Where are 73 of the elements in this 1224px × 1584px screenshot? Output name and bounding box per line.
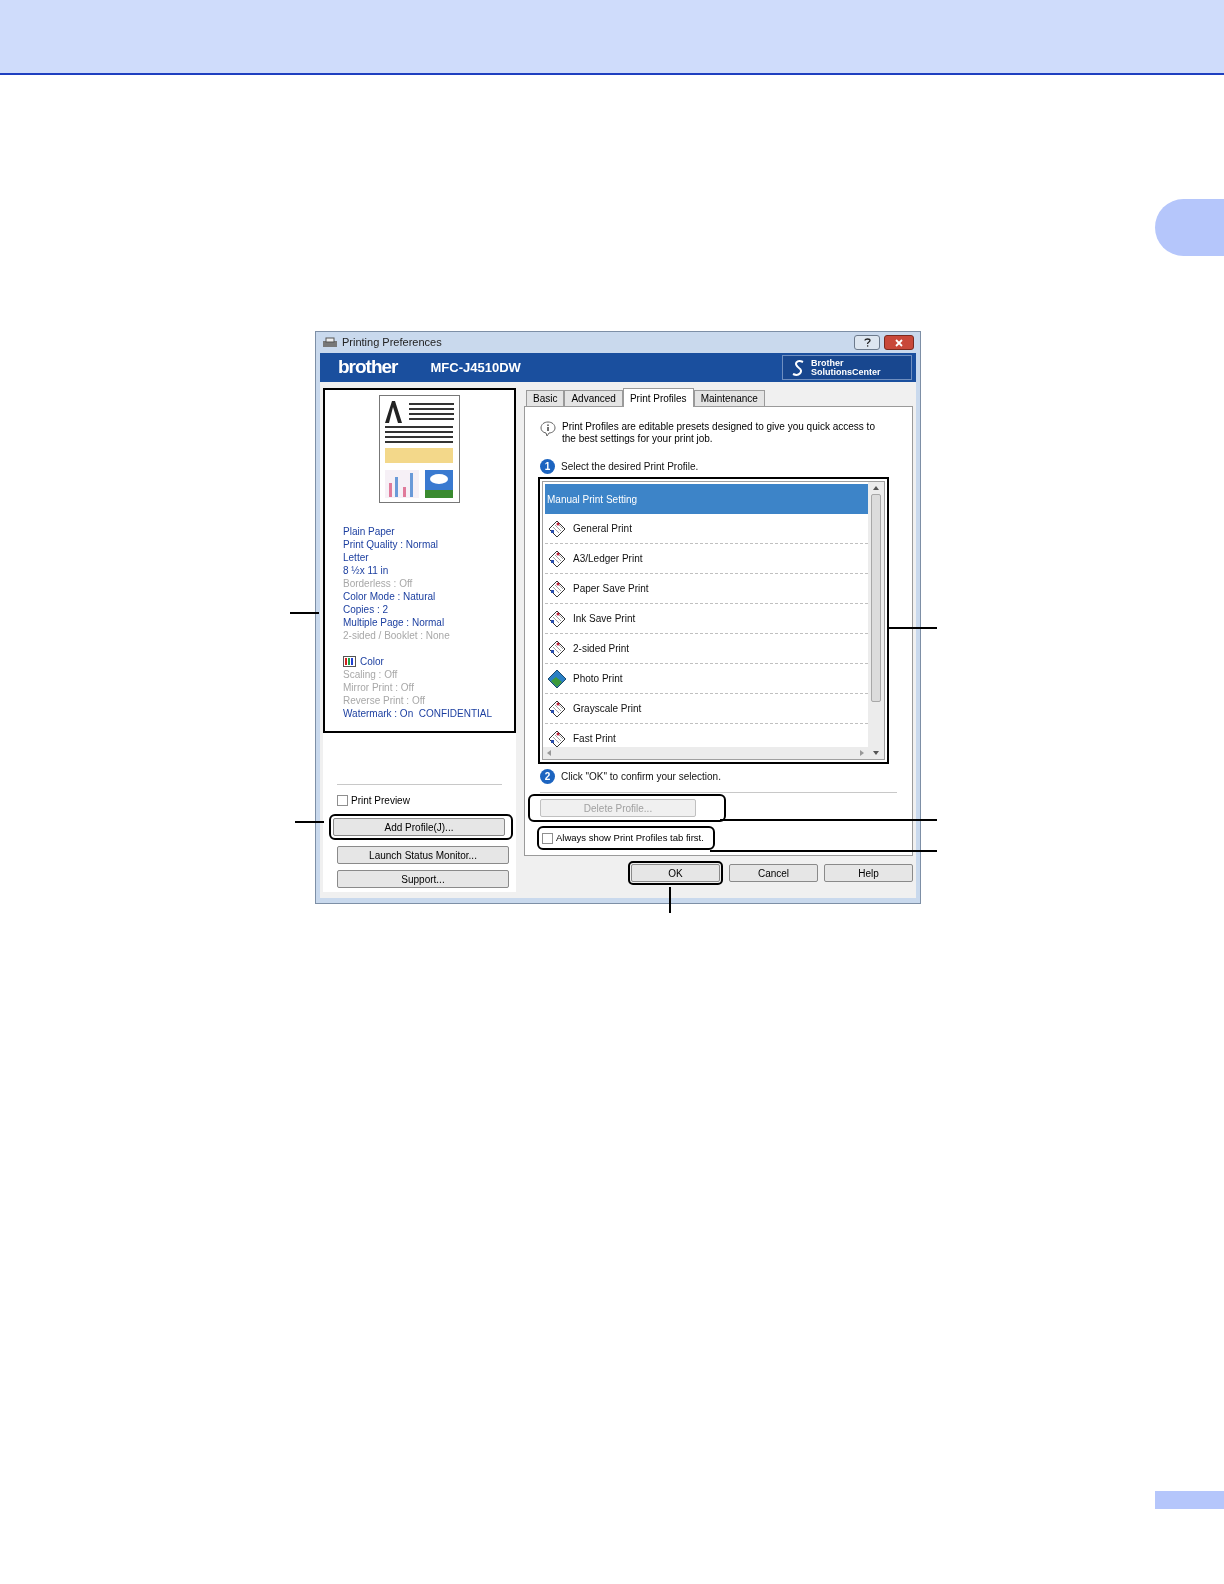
profile-item[interactable]: 2-sided Print bbox=[545, 634, 868, 664]
leader-line bbox=[669, 887, 671, 913]
close-button[interactable] bbox=[884, 335, 914, 350]
checkbox[interactable] bbox=[542, 832, 553, 844]
info-icon bbox=[540, 421, 556, 437]
color-bars-icon bbox=[343, 656, 356, 667]
solutions-text: SolutionsCenter bbox=[811, 367, 881, 377]
photo-icon bbox=[547, 668, 567, 689]
profile-item[interactable]: Manual Print Setting bbox=[545, 484, 868, 514]
left-arrow-icon bbox=[547, 750, 551, 756]
checkbox[interactable] bbox=[337, 795, 348, 806]
horizontal-scrollbar[interactable] bbox=[543, 747, 868, 759]
document-stack-icon bbox=[547, 548, 567, 569]
leader-line bbox=[295, 821, 324, 823]
right-arrow-icon bbox=[860, 750, 864, 756]
document-stack-icon bbox=[547, 578, 567, 599]
solutions-text: Brother bbox=[811, 358, 845, 368]
brand-logo: brother bbox=[338, 355, 398, 380]
setting-summary: Scaling : Off bbox=[343, 668, 398, 681]
document-stack-icon bbox=[547, 608, 567, 629]
window-title: Printing Preferences bbox=[342, 335, 442, 351]
profile-item[interactable]: Paper Save Print bbox=[545, 574, 868, 604]
setting-summary: Color Mode : Natural bbox=[343, 590, 437, 603]
setting-summary: Reverse Print : Off bbox=[343, 694, 426, 707]
solutions-center-link[interactable]: Brother SolutionsCenter bbox=[782, 355, 912, 380]
close-icon bbox=[895, 338, 903, 347]
setting-summary: Plain Paper bbox=[343, 525, 396, 538]
setting-summary: Multiple Page : Normal bbox=[343, 616, 446, 629]
down-arrow-icon bbox=[873, 751, 879, 755]
document-stack-icon bbox=[547, 698, 567, 719]
printer-icon bbox=[322, 336, 338, 349]
tab[interactable]: Advanced bbox=[564, 390, 623, 406]
checkbox-label: Always show Print Profiles tab first. bbox=[556, 831, 704, 845]
profile-item[interactable]: Grayscale Print bbox=[545, 694, 868, 724]
setting-summary: Copies : 2 bbox=[343, 603, 390, 616]
setting-summary: Borderless : Off bbox=[343, 577, 414, 590]
profile-item[interactable]: A3/Ledger Print bbox=[545, 544, 868, 574]
setting-summary: 8 ½x 11 in bbox=[343, 564, 390, 577]
dialog-button[interactable]: Help bbox=[824, 864, 913, 882]
dialog-button[interactable]: Support... bbox=[337, 870, 509, 888]
scroll-thumb[interactable] bbox=[871, 494, 881, 702]
dialog-button[interactable]: Cancel bbox=[729, 864, 818, 882]
dialog-button[interactable]: OK bbox=[631, 864, 720, 882]
document-stack-icon bbox=[547, 638, 567, 659]
info-text: Print Profiles are editable presets designed to give you quick access to the best settings for your print job. bbox=[562, 421, 876, 445]
setting-summary: Letter bbox=[343, 551, 370, 564]
dialog-button[interactable]: Add Profile(J)... bbox=[333, 818, 505, 836]
setting-summary: Watermark : On CONFIDENTIAL bbox=[343, 707, 493, 720]
model-name: MFC-J4510DW bbox=[430, 358, 521, 377]
dialog-button[interactable]: Launch Status Monitor... bbox=[337, 846, 509, 864]
step-number: 2 bbox=[540, 769, 555, 784]
question-icon bbox=[863, 338, 871, 347]
setting-summary: 2-sided / Booklet : None bbox=[343, 629, 451, 642]
tab[interactable]: Print Profiles bbox=[622, 388, 694, 407]
step-text: Click "OK" to confirm your selection. bbox=[561, 770, 721, 784]
setting-summary: Color bbox=[360, 655, 384, 668]
profile-item[interactable]: Ink Save Print bbox=[545, 604, 868, 634]
tab[interactable]: Maintenance bbox=[693, 390, 765, 406]
document-stack-icon bbox=[547, 518, 567, 539]
profile-item[interactable]: Photo Print bbox=[545, 664, 868, 694]
vertical-scrollbar[interactable] bbox=[868, 482, 884, 759]
step-text: Select the desired Print Profile. bbox=[561, 460, 699, 474]
document-stack-icon bbox=[547, 728, 567, 747]
profile-item[interactable]: General Print bbox=[545, 514, 868, 544]
up-arrow-icon bbox=[873, 486, 879, 490]
checkbox-label: Print Preview bbox=[351, 794, 410, 808]
leader-line bbox=[290, 612, 319, 614]
swirl-icon bbox=[791, 358, 805, 377]
setting-summary: Print Quality : Normal bbox=[343, 538, 440, 551]
tab[interactable]: Basic bbox=[526, 390, 565, 406]
step-number: 1 bbox=[540, 459, 555, 474]
help-button[interactable] bbox=[854, 335, 880, 350]
setting-summary: Mirror Print : Off bbox=[343, 681, 414, 694]
